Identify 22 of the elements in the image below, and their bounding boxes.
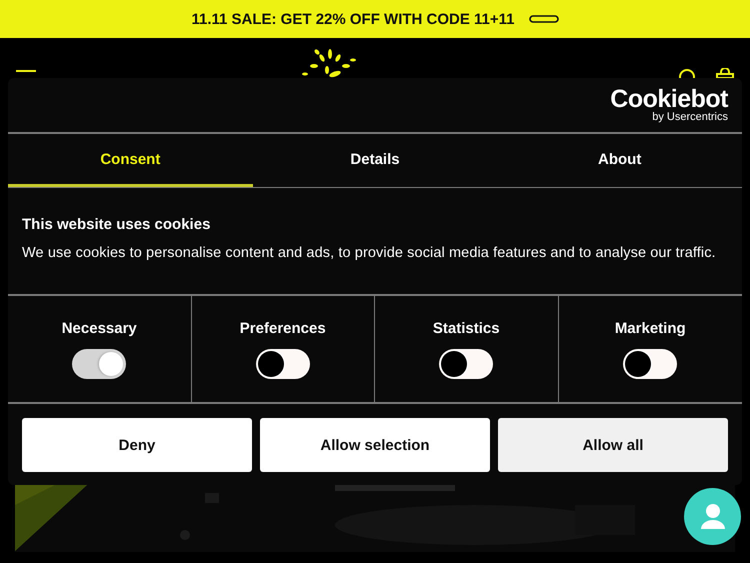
promo-text: 11.11 SALE: GET 22% OFF WITH CODE 11+11 — [191, 10, 515, 28]
tab[interactable]: Details — [252, 134, 498, 187]
dialog-title: This website uses cookies — [22, 216, 212, 233]
pill-icon — [528, 15, 559, 23]
category-label: Marketing — [614, 320, 686, 337]
search-icon[interactable] — [678, 68, 696, 78]
cookiebot-logo: Cookiebot — [610, 87, 728, 111]
consent-button[interactable]: Allow all — [498, 418, 728, 472]
toggle-switch[interactable] — [623, 349, 678, 379]
toggle-switch[interactable] — [439, 349, 494, 379]
category-label: Necessary — [62, 320, 137, 337]
category-label: Preferences — [240, 320, 326, 337]
tab[interactable]: About — [497, 134, 742, 187]
category-label: Statistics — [432, 320, 500, 337]
tab[interactable]: Consent — [8, 134, 253, 187]
bag-icon[interactable] — [716, 68, 734, 78]
consent-button[interactable]: Allow selection — [260, 418, 490, 472]
byline-text: by Usercentrics — [652, 111, 728, 123]
consent-button[interactable]: Deny — [22, 418, 252, 472]
person-icon — [700, 502, 726, 530]
dialog-body: We use cookies to personalise content and ads, to provide social media features and to analyse our traffic. — [22, 245, 717, 261]
toggle-switch[interactable] — [256, 349, 310, 379]
